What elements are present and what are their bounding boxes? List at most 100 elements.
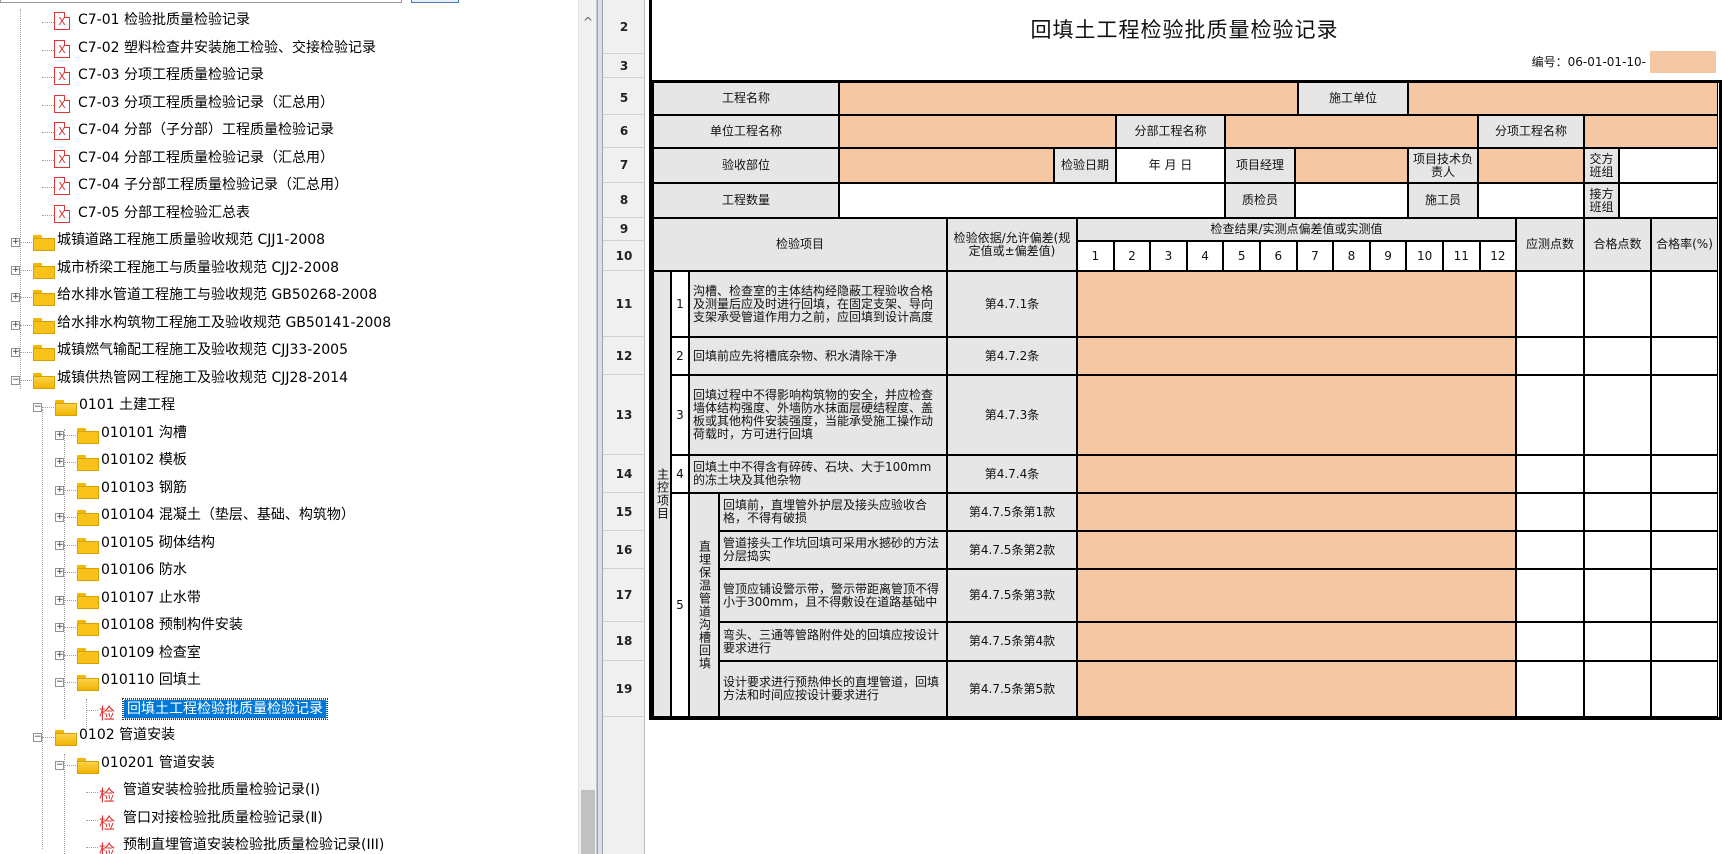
tree-item[interactable]: X C7-03 分项工程质量检验记录 — [0, 64, 578, 91]
qualified-points-input[interactable] — [1584, 569, 1651, 622]
should-measure-input[interactable] — [1516, 455, 1584, 493]
collapse-icon[interactable]: − — [55, 760, 64, 770]
tree-item[interactable]: +010101 沟槽 — [0, 422, 578, 449]
expand-icon[interactable]: + — [11, 265, 20, 275]
tree-item[interactable]: + 城市桥梁工程施工与质量验收规范 CJJ2-2008 — [0, 257, 578, 284]
tree-item[interactable]: X C7-04 分部（子分部）工程质量检验记录 — [0, 119, 578, 146]
tree-item[interactable]: +010109 检查室 — [0, 642, 578, 669]
qualified-points-input[interactable] — [1584, 531, 1651, 569]
qualified-points-input[interactable] — [1584, 493, 1651, 531]
tree-item[interactable]: + 给水排水管道工程施工与验收规范 GB50268-2008 — [0, 284, 578, 311]
result-cells-input[interactable] — [1077, 569, 1516, 622]
expand-icon[interactable]: + — [55, 485, 64, 495]
should-measure-input[interactable] — [1516, 531, 1584, 569]
collapse-icon[interactable]: − — [33, 733, 42, 742]
row-header[interactable]: 6 — [603, 115, 645, 148]
should-measure-input[interactable] — [1516, 569, 1584, 622]
result-cells-input[interactable] — [1077, 493, 1516, 531]
unit-project-input[interactable] — [839, 115, 1116, 148]
tree-item[interactable]: X C7-02 塑料检查井安装施工检验、交接检验记录 — [0, 37, 578, 64]
pass-rate-input[interactable] — [1651, 531, 1718, 569]
tree-item[interactable]: X C7-04 子分部工程质量检验记录（汇总用） — [0, 174, 578, 201]
pass-rate-input[interactable] — [1651, 661, 1718, 717]
acceptance-part-input[interactable] — [839, 148, 1054, 183]
handover-team-input[interactable] — [1619, 148, 1718, 183]
collapse-icon[interactable]: − — [33, 403, 42, 412]
quantity-input[interactable] — [839, 183, 1225, 218]
should-measure-input[interactable] — [1516, 493, 1584, 531]
tree-item[interactable]: X C7-01 检验批质量检验记录 — [0, 9, 578, 36]
tree-search-button[interactable] — [411, 0, 459, 3]
tree-item[interactable]: +010108 预制构件安装 — [0, 614, 578, 641]
pass-rate-input[interactable] — [1651, 271, 1718, 337]
pass-rate-input[interactable] — [1651, 455, 1718, 493]
qualified-points-input[interactable] — [1584, 661, 1651, 717]
expand-icon[interactable]: + — [55, 430, 64, 440]
result-cells-input[interactable] — [1077, 531, 1516, 569]
pass-rate-input[interactable] — [1651, 569, 1718, 622]
tree-item[interactable]: +010106 防水 — [0, 559, 578, 586]
tree-item[interactable]: − 010110 回填土 — [0, 669, 578, 696]
result-cells-input[interactable] — [1077, 622, 1516, 661]
row-header[interactable]: 17 — [603, 569, 645, 622]
receiving-team-input[interactable] — [1619, 183, 1718, 218]
expand-icon[interactable]: + — [55, 568, 64, 577]
expand-icon[interactable]: + — [55, 540, 64, 550]
tree-item[interactable]: + 城镇燃气输配工程施工及验收规范 CJJ33-2005 — [0, 339, 578, 366]
should-measure-input[interactable] — [1516, 375, 1584, 455]
subitem-project-input[interactable] — [1584, 115, 1718, 148]
expand-icon[interactable]: + — [11, 238, 20, 247]
row-header[interactable]: 16 — [603, 531, 645, 569]
row-header[interactable]: 13 — [603, 375, 645, 455]
should-measure-input[interactable] — [1516, 661, 1584, 717]
pass-rate-input[interactable] — [1651, 493, 1718, 531]
tree-item[interactable]: 检预制直埋管道安装检验批质量检验记录(III) — [0, 834, 578, 854]
row-header[interactable]: 14 — [603, 455, 645, 493]
row-header[interactable]: 10 — [603, 241, 645, 271]
tree-item[interactable]: +010104 混凝土（垫层、基础、构筑物） — [0, 504, 578, 531]
tree-item[interactable]: X C7-05 分部工程检验汇总表 — [0, 202, 578, 229]
division-project-input[interactable] — [1225, 115, 1478, 148]
expand-icon[interactable]: + — [11, 348, 20, 357]
row-header[interactable]: 2 — [603, 0, 645, 54]
scroll-up-icon[interactable]: ^ — [581, 15, 595, 29]
tree-item[interactable]: − 010201 管道安装 — [0, 752, 578, 779]
row-header[interactable]: 12 — [603, 337, 645, 375]
row-header[interactable]: 5 — [603, 82, 645, 115]
construction-unit-input[interactable] — [1408, 82, 1718, 115]
tree-item[interactable]: − 城镇供热管网工程施工及验收规范 CJJ28-2014 — [0, 367, 578, 394]
tech-lead-input[interactable] — [1478, 148, 1584, 183]
should-measure-input[interactable] — [1516, 337, 1584, 375]
should-measure-input[interactable] — [1516, 271, 1584, 337]
pass-rate-input[interactable] — [1651, 337, 1718, 375]
row-header[interactable]: 18 — [603, 622, 645, 661]
project-manager-input[interactable] — [1295, 148, 1408, 183]
row-header[interactable]: 7 — [603, 148, 645, 183]
row-header[interactable]: 8 — [603, 183, 645, 218]
collapse-icon[interactable]: − — [55, 678, 64, 687]
project-name-input[interactable] — [839, 82, 1298, 115]
result-cells-input[interactable] — [1077, 455, 1516, 493]
result-cells-input[interactable] — [1077, 271, 1516, 337]
result-cells-input[interactable] — [1077, 337, 1516, 375]
tree-scrollbar[interactable]: ^ — [578, 0, 596, 854]
pass-rate-input[interactable] — [1651, 375, 1718, 455]
pass-rate-input[interactable] — [1651, 622, 1718, 661]
row-header[interactable]: 19 — [603, 661, 645, 717]
scroll-thumb[interactable] — [581, 790, 595, 854]
tree-item[interactable]: +010107 止水带 — [0, 587, 578, 614]
result-cells-input[interactable] — [1077, 375, 1516, 455]
collapse-icon[interactable]: − — [11, 375, 20, 385]
expand-icon[interactable]: + — [11, 320, 20, 330]
should-measure-input[interactable] — [1516, 622, 1584, 661]
inspector-input[interactable] — [1295, 183, 1408, 218]
expand-icon[interactable]: + — [55, 458, 64, 467]
expand-icon[interactable]: + — [55, 650, 64, 660]
expand-icon[interactable]: + — [11, 293, 20, 302]
tree-item[interactable]: X C7-03 分项工程质量检验记录（汇总用） — [0, 92, 578, 119]
tree-item[interactable]: + 给水排水构筑物工程施工及验收规范 GB50141-2008 — [0, 312, 578, 339]
expand-icon[interactable]: + — [55, 623, 64, 632]
tree-item[interactable]: +010102 模板 — [0, 449, 578, 476]
row-header[interactable]: 9 — [603, 218, 645, 241]
qualified-points-input[interactable] — [1584, 271, 1651, 337]
